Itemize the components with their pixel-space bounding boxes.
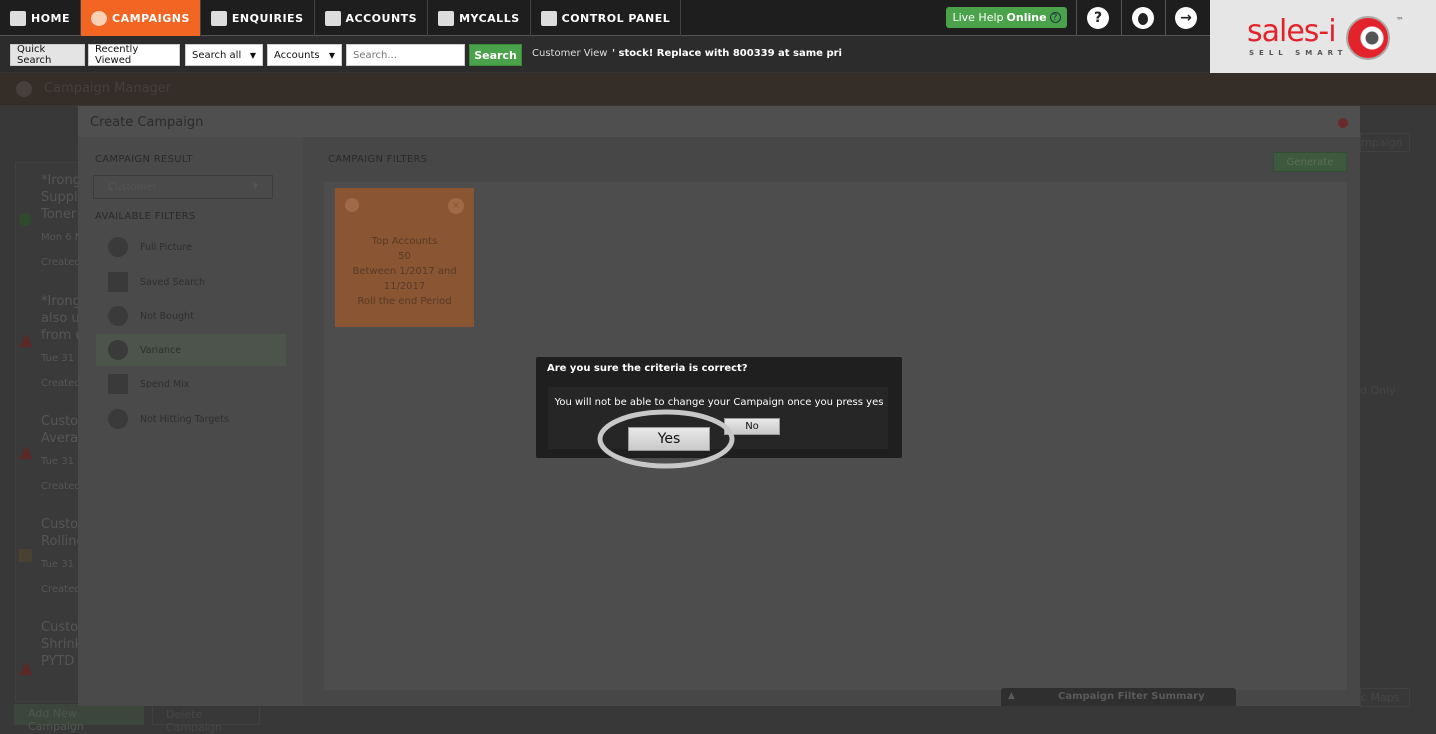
logo-mark-icon [1346,16,1390,60]
filter-saved-search[interactable]: Saved Search [108,268,205,296]
logout-arrow-icon[interactable]: → [1175,7,1197,29]
sales-i-logo: sales-i SELL SMART ™ [1210,0,1436,73]
nav-mycalls[interactable]: MYCALLS [428,0,531,36]
generate-button[interactable]: Generate [1273,152,1347,172]
add-new-campaign-button[interactable]: Add New Campaign [14,704,144,733]
filters-panel: CAMPAIGN RESULT Customer ▼ AVAILABLE FILT… [78,137,303,706]
filter-variance[interactable]: Variance [108,336,181,364]
variance-icon [108,340,128,360]
search-button[interactable]: Search [469,44,522,66]
money-trend-icon [345,198,359,212]
money-trend-icon [108,409,128,429]
highlight-ellipse [597,409,735,469]
nav-campaigns[interactable]: CAMPAIGNS [81,0,201,36]
checklist-icon [438,10,455,26]
modal-title: Create Campaign [78,106,1360,137]
spend-mix-icon [108,374,128,394]
search-type-select[interactable]: Accounts ▼ [267,44,342,66]
user-profile-icon[interactable] [1132,7,1154,29]
nav-enquiries[interactable]: ENQUIRIES [201,0,315,36]
campaigns-icon [91,10,108,26]
filter-card-top-accounts[interactable]: × Top Accounts 50 Between 1/2017 and 11/201… [335,188,474,327]
customer-view-link[interactable]: Customer View [532,48,607,59]
filter-full-picture[interactable]: Full Picture [108,233,192,261]
filter-not-bought[interactable]: Not Bought [108,302,194,330]
live-help-button[interactable]: Live Help Online? [946,7,1067,28]
nav-control-panel[interactable]: CONTROL PANEL [531,0,682,36]
status-warning-icon [19,334,33,347]
triangle-up-icon: ▲ [1008,691,1015,701]
status-green-icon [19,213,32,226]
search-scope-select[interactable]: Search all ▼ [185,44,263,66]
nav-home[interactable]: HOME [0,0,82,36]
home-icon [10,10,26,26]
close-icon[interactable] [1338,118,1348,128]
filter-spend-mix[interactable]: Spend Mix [108,370,189,398]
control-panel-icon [540,10,557,26]
status-warning-icon [19,446,33,459]
remove-filter-icon[interactable]: × [448,198,464,214]
campaign-manager-header: Campaign Manager [0,73,1436,105]
enquiries-icon [210,10,227,26]
status-warning-icon [19,662,33,675]
help-circle-icon: ? [1049,12,1061,23]
help-icon[interactable]: ? [1087,7,1109,29]
maps-button[interactable]: c Maps [1360,688,1410,707]
quick-search-tab[interactable]: Quick Search [10,44,85,66]
campaign-filter-summary-toggle[interactable]: ▲ Campaign Filter Summary [1001,688,1236,706]
campaign-result-select[interactable]: Customer ▼ [93,175,273,199]
delete-campaign-button[interactable]: Delete Campaign [152,704,260,734]
filter-not-hitting-targets[interactable]: Not Hitting Targets [108,405,229,433]
bank-icon [108,272,128,292]
bank-icon [324,10,341,26]
news-ticker: ' stock! Replace with 800339 at same pri… [612,48,842,59]
chevron-down-icon: ▼ [249,50,256,60]
full-picture-icon [108,237,128,257]
campaigns-icon [16,81,32,97]
campaign-button[interactable]: mpaign [1360,133,1410,152]
search-input[interactable] [346,44,465,66]
nav-accounts[interactable]: ACCOUNTS [315,0,429,36]
money-trend-icon [108,306,128,326]
recently-viewed-tab[interactable]: Recently Viewed [88,44,180,66]
chevron-down-icon: ▼ [252,182,258,190]
chevron-down-icon: ▼ [328,50,335,60]
status-amber-icon [19,549,32,562]
